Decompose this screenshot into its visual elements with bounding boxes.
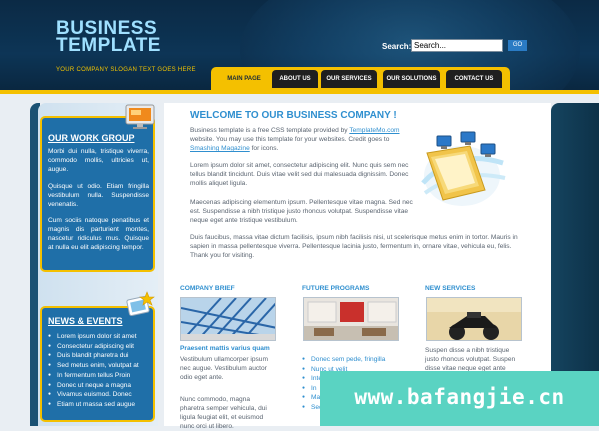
news-item[interactable]: Duis blandit pharetra dui bbox=[48, 351, 139, 361]
work-group-para-2: Quisque ut odio. Etiam fringilla vestibu… bbox=[48, 183, 149, 208]
news-events-box: NEWS & EVENTS Lorem ipsum dolor sit amet… bbox=[40, 306, 155, 422]
main-paragraph-2: Lorem ipsum dolor sit amet, consectetur … bbox=[190, 162, 409, 188]
news-events-title[interactable]: NEWS & EVENTS bbox=[48, 316, 123, 326]
main-paragraph-4: Duis faucibus, massa vitae dictum facili… bbox=[190, 234, 518, 260]
news-item[interactable]: Sed metus enim, volutpat at bbox=[48, 361, 139, 371]
future-programs-image bbox=[303, 297, 399, 341]
templatemo-link[interactable]: TemplateMo.com bbox=[349, 127, 399, 134]
brand-line-2: TEMPLATE bbox=[56, 35, 161, 56]
company-brief-subtitle[interactable]: Praesent mattis varius quam bbox=[180, 345, 270, 352]
photo-star-icon bbox=[126, 291, 155, 317]
search-input[interactable] bbox=[411, 39, 503, 52]
news-item[interactable]: Consectetur adipiscing elit bbox=[48, 342, 139, 352]
news-item[interactable]: Lorem ipsum dolor sit amet bbox=[48, 332, 139, 342]
monitor-icon bbox=[125, 104, 155, 129]
building-image bbox=[181, 298, 275, 340]
work-group-title[interactable]: OUR WORK GROUP bbox=[48, 133, 135, 143]
site-logo[interactable]: BUSINESS TEMPLATE bbox=[56, 19, 161, 56]
work-group-para-1: Morbi dui nulla, tristique viverra, comm… bbox=[48, 148, 149, 173]
search-label: Search: bbox=[382, 42, 412, 51]
tab-main-page[interactable]: MAIN PAGE bbox=[221, 70, 267, 88]
tab-our-solutions[interactable]: OUR SOLUTIONS bbox=[383, 70, 440, 88]
news-list: Lorem ipsum dolor sit amet Consectetur a… bbox=[48, 332, 139, 410]
tab-contact-us[interactable]: CONTACT US bbox=[446, 70, 502, 88]
main-paragraph-3: Maecenas adipiscing elementum ipsum. Pel… bbox=[190, 199, 413, 225]
tab-our-services[interactable]: OUR SERVICES bbox=[321, 70, 377, 88]
company-brief-text-1: Vestibulum ullamcorper ipsum nec augue. … bbox=[180, 356, 268, 381]
intro-paragraph: Business template is a free CSS template… bbox=[190, 126, 418, 154]
work-group-box: OUR WORK GROUP Morbi dui nulla, tristiqu… bbox=[40, 116, 155, 272]
program-item[interactable]: Donec sem pede, fringilla bbox=[302, 355, 385, 365]
interior-image bbox=[304, 298, 398, 340]
work-group-para-3: Cum sociis natoque penatibus et magnis d… bbox=[48, 217, 149, 251]
new-services-image bbox=[426, 297, 522, 341]
company-brief-image bbox=[180, 297, 276, 341]
watermark-overlay: www.bafangjie.cn bbox=[320, 371, 599, 426]
intro-text-3: for icons. bbox=[251, 145, 279, 153]
news-item[interactable]: Donec ut neque a magna bbox=[48, 381, 139, 391]
future-programs-title: FUTURE PROGRAMS bbox=[302, 285, 370, 292]
tab-about-us[interactable]: ABOUT US bbox=[272, 70, 318, 88]
search-button[interactable]: GO bbox=[508, 40, 527, 51]
welcome-title: WELCOME TO OUR BUSINESS COMPANY ! bbox=[190, 110, 397, 121]
new-services-text: Suspen disse a nibh tristique justo rhon… bbox=[425, 347, 516, 372]
company-slogan: YOUR COMPANY SLOGAN TEXT GOES HERE bbox=[56, 67, 196, 73]
smashing-magazine-link[interactable]: Smashing Magazine bbox=[190, 145, 250, 152]
news-item[interactable]: Etiam ut massa sed augue bbox=[48, 400, 139, 410]
network-folder-illustration bbox=[421, 131, 506, 206]
intro-text-2: website. You may use this template for y… bbox=[190, 136, 390, 144]
company-brief-title: COMPANY BRIEF bbox=[180, 285, 235, 292]
motorbike-image bbox=[427, 298, 521, 340]
intro-text-1: Business template is a free CSS template… bbox=[190, 127, 348, 134]
news-item[interactable]: Vivamus euismod. Donec bbox=[48, 390, 139, 400]
new-services-title: NEW SERVICES bbox=[425, 285, 476, 292]
news-item[interactable]: In fermentum tellus Proin bbox=[48, 371, 139, 381]
